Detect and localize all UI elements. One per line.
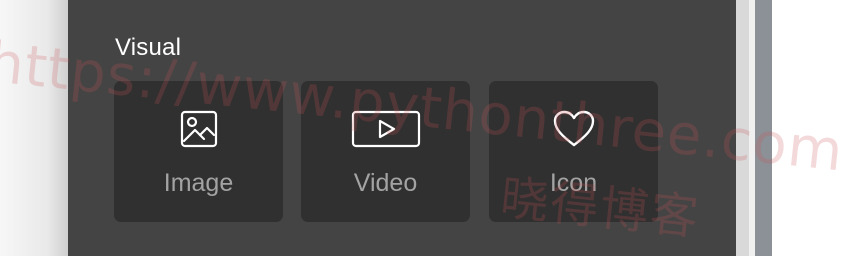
video-block-tile[interactable]: Video	[301, 81, 470, 222]
section-title: Visual	[115, 34, 182, 61]
video-block-label: Video	[353, 169, 418, 197]
icon-block-label: Icon	[549, 169, 598, 197]
left-background	[0, 0, 68, 256]
image-block-tile[interactable]: Image	[114, 81, 283, 222]
icon-block-tile[interactable]: Icon	[489, 81, 658, 222]
panel-edge-light	[736, 0, 749, 256]
image-block-label: Image	[163, 169, 234, 197]
scrollbar-track[interactable]	[755, 0, 772, 256]
image-icon	[114, 108, 283, 150]
heart-icon	[489, 108, 658, 150]
right-background	[772, 0, 842, 256]
video-icon	[301, 108, 470, 150]
